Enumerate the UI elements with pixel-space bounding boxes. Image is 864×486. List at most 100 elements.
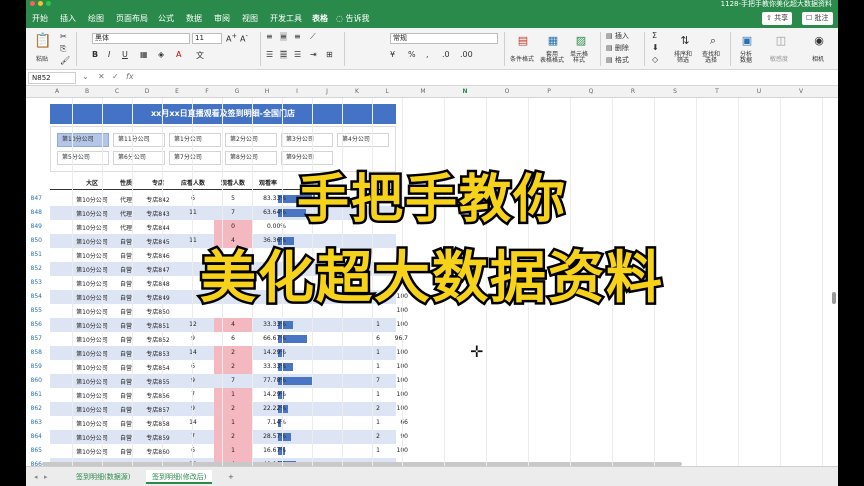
cell-store[interactable]: 专店857: [144, 405, 172, 414]
comment-button[interactable]: ☐ 批注: [802, 12, 833, 25]
column-header[interactable]: I: [282, 88, 312, 95]
cell-watched[interactable]: 6: [214, 335, 252, 342]
cell-l[interactable]: 90: [380, 433, 408, 440]
fill-icon[interactable]: ⬇: [652, 43, 659, 52]
slicer-item[interactable]: 第7分公司: [169, 151, 221, 165]
row-number[interactable]: 856: [26, 321, 42, 328]
cell-rate[interactable]: 22.22%: [250, 405, 286, 412]
align-bottom-icon[interactable]: ≡: [294, 32, 301, 41]
column-header[interactable]: H: [252, 88, 282, 95]
comma-icon[interactable]: ,: [426, 50, 429, 59]
column-header[interactable]: T: [696, 88, 738, 95]
delete-cells-button[interactable]: ▤ 删除: [606, 43, 629, 53]
cell-l[interactable]: 100: [380, 405, 408, 412]
column-header[interactable]: J: [312, 88, 342, 95]
cell-should[interactable]: 9: [174, 405, 212, 412]
cell-region[interactable]: 第10分公司: [72, 447, 112, 456]
cell-k[interactable]: 2: [350, 405, 380, 412]
tab-review[interactable]: 审阅: [214, 13, 230, 24]
number-format-select[interactable]: 常规: [390, 33, 498, 44]
slicer-item[interactable]: 第11分公司: [113, 133, 165, 147]
cell-style-icon[interactable]: ▨: [574, 34, 588, 48]
tab-home[interactable]: 开始: [32, 13, 48, 24]
column-header[interactable]: N: [444, 88, 486, 95]
cell-l[interactable]: 100: [380, 363, 408, 370]
cell-type[interactable]: 自营: [114, 363, 138, 372]
column-header[interactable]: A: [42, 88, 72, 95]
cancel-icon[interactable]: ✕: [98, 72, 105, 81]
cell-should[interactable]: 14: [174, 349, 212, 356]
insert-function-icon[interactable]: fx: [126, 72, 134, 81]
cell-store[interactable]: 专店854: [144, 363, 172, 372]
cell-type[interactable]: 自营: [114, 349, 138, 358]
cell-watched[interactable]: 1: [214, 447, 252, 454]
slicer-item[interactable]: 第9分公司: [281, 151, 333, 165]
column-header[interactable]: U: [738, 88, 780, 95]
cell-type[interactable]: 自营: [114, 391, 138, 400]
align-middle-icon[interactable]: ≡: [280, 32, 287, 41]
cell-region[interactable]: 第10分公司: [72, 419, 112, 428]
cell-region[interactable]: 第10分公司: [72, 335, 112, 344]
cell-should[interactable]: 7: [174, 391, 212, 398]
cell-watched[interactable]: 4: [214, 321, 252, 328]
cell-region[interactable]: 第10分公司: [72, 349, 112, 358]
cell-should[interactable]: 9: [174, 377, 212, 384]
sort-filter-icon[interactable]: ⇅: [678, 34, 692, 48]
cell-watched[interactable]: 1: [214, 419, 252, 426]
cell-rate[interactable]: 7.14%: [250, 419, 286, 426]
cell-rate[interactable]: 33.33%: [250, 363, 286, 370]
column-header[interactable]: O: [486, 88, 528, 95]
column-header[interactable]: L: [372, 88, 402, 95]
find-select-icon[interactable]: ⌕: [706, 34, 720, 48]
align-right-icon[interactable]: ☰: [294, 50, 301, 59]
cell-store[interactable]: 专店856: [144, 391, 172, 400]
format-painter-icon[interactable]: 🖌: [60, 56, 70, 65]
column-header[interactable]: K: [342, 88, 372, 95]
italic-icon[interactable]: I: [108, 50, 110, 59]
cell-rate[interactable]: 14.29%: [250, 349, 286, 356]
cell-l[interactable]: 96.7: [380, 335, 408, 342]
camera-icon[interactable]: ◉: [812, 34, 826, 48]
cell-type[interactable]: 自营: [114, 447, 138, 456]
tab-draw[interactable]: 绘图: [88, 13, 104, 24]
cell-should[interactable]: 9: [174, 335, 212, 342]
cell-rate[interactable]: 16.67%: [250, 447, 286, 454]
tab-view[interactable]: 视图: [242, 13, 258, 24]
slicer-item[interactable]: 第1分公司: [169, 133, 221, 147]
column-header[interactable]: R: [612, 88, 654, 95]
cell-k[interactable]: 1: [350, 447, 380, 454]
name-box[interactable]: N852: [28, 72, 76, 84]
cell-type[interactable]: 自营: [114, 419, 138, 428]
font-shrink-icon[interactable]: A-: [240, 32, 248, 44]
cell-type[interactable]: 自营: [114, 433, 138, 442]
cell-should[interactable]: 14: [174, 419, 212, 426]
cell-k[interactable]: 7: [350, 377, 380, 384]
autosum-icon[interactable]: Σ: [652, 31, 657, 40]
close-window-icon[interactable]: [30, 1, 35, 6]
row-number[interactable]: 863: [26, 419, 42, 426]
cell-store[interactable]: 专店852: [144, 335, 172, 344]
merge-cells-icon[interactable]: ⊞: [326, 50, 333, 59]
cell-region[interactable]: 第10分公司: [72, 377, 112, 386]
cell-rate[interactable]: 28.57%: [250, 433, 286, 440]
underline-icon[interactable]: U: [122, 50, 128, 59]
fill-color-icon[interactable]: ◈: [158, 50, 164, 59]
cell-type[interactable]: 自营: [114, 321, 138, 330]
cell-type[interactable]: 自营: [114, 405, 138, 414]
align-left-icon[interactable]: ☰: [266, 50, 273, 59]
column-header[interactable]: B: [72, 88, 102, 95]
cell-l[interactable]: 66: [380, 419, 408, 426]
column-header[interactable]: Q: [570, 88, 612, 95]
paste-icon[interactable]: 📋: [34, 34, 51, 48]
cell-should[interactable]: 11: [174, 237, 212, 244]
cell-rate[interactable]: 33.33%: [250, 321, 286, 328]
format-cells-button[interactable]: ▤ 格式: [606, 55, 629, 65]
align-top-icon[interactable]: ≡: [266, 32, 273, 41]
sheet-tab-source[interactable]: 签到明细(数据源): [70, 470, 136, 484]
copy-icon[interactable]: ⎘: [60, 44, 66, 54]
slicer-item[interactable]: 第8分公司: [225, 151, 277, 165]
cell-watched[interactable]: 7: [214, 377, 252, 384]
align-center-icon[interactable]: ☰: [280, 50, 288, 59]
cell-k[interactable]: 1: [350, 391, 380, 398]
tell-me[interactable]: ◌ 告诉我: [336, 13, 370, 24]
